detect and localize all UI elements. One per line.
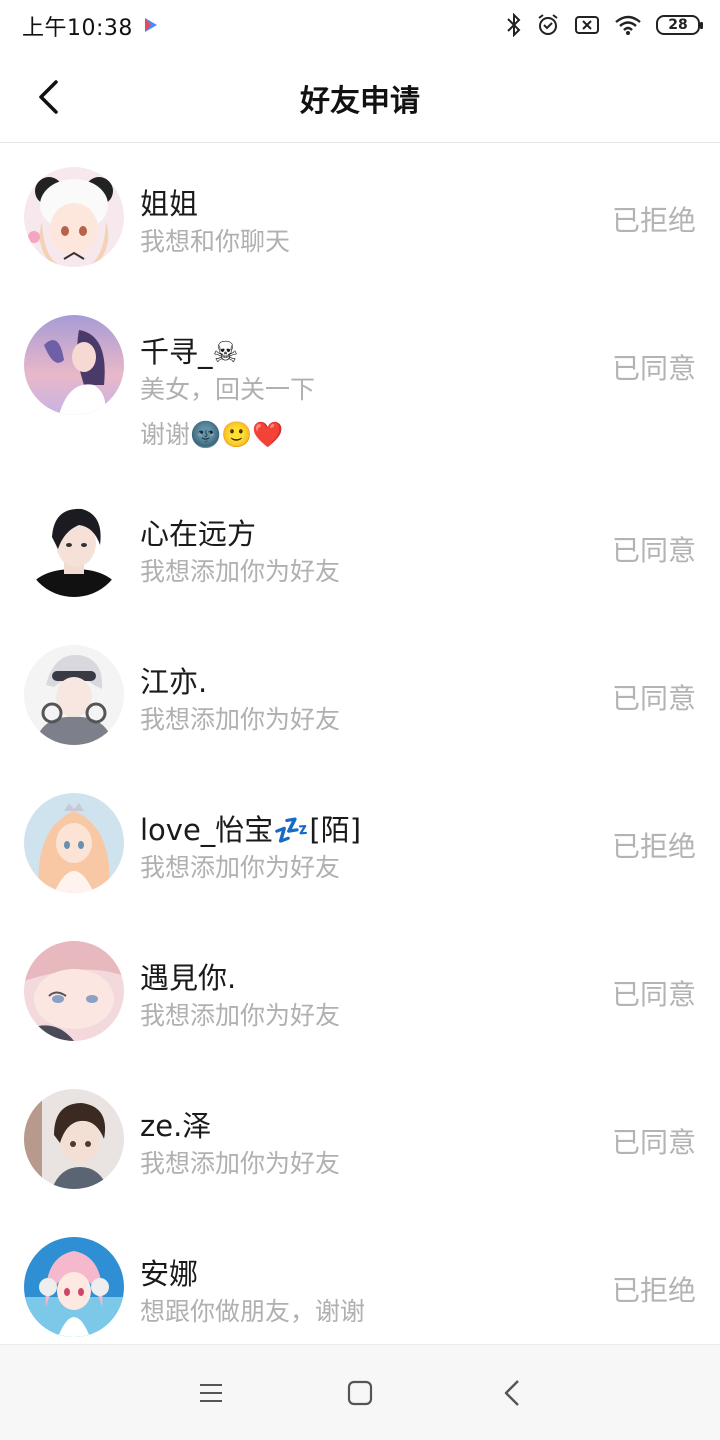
status-time: 上午10:38 [22,16,133,41]
bluetooth-icon [507,13,521,37]
avatar-image [24,793,124,893]
requester-name: ze.泽 [140,1109,212,1143]
request-message: 我想添加你为好友 [140,557,341,586]
request-row[interactable]: 遇見你. 我想添加你为好友 已同意 [0,917,720,1065]
avatar[interactable] [24,167,124,267]
play-store-icon [145,17,157,32]
avatar[interactable] [24,793,124,893]
avatar-image [24,645,124,745]
requester-name: 姐姐 [140,187,199,221]
avatar-image [24,497,124,597]
page-title: 好友申请 [300,84,420,119]
request-row[interactable]: ze.泽 我想添加你为好友 已同意 [0,1065,720,1213]
requester-name: 遇見你. [140,961,237,995]
request-row[interactable]: 心在远方 我想添加你为好友 已同意 [0,473,720,621]
title-bar: 好友申请 [0,50,720,143]
home-button[interactable] [340,1375,380,1411]
request-status: 已同意 [611,682,696,715]
menu-icon [200,1384,222,1402]
request-row[interactable]: 千寻_☠ 美女，回关一下 谢谢🌚🙂❤️ 已同意 [0,291,720,473]
battery-level: 28 [668,17,688,33]
request-status: 已同意 [611,978,696,1011]
requester-name: 江亦. [140,665,208,699]
battery-indicator: 28 [656,15,703,35]
request-status: 已同意 [611,352,696,385]
back-nav-button[interactable] [492,1375,532,1411]
request-status: 已拒绝 [611,1274,696,1307]
avatar-image [24,1089,124,1189]
avatar[interactable] [24,1089,124,1189]
request-status: 已同意 [611,1126,696,1159]
avatar[interactable] [24,645,124,745]
avatar-image [24,315,124,415]
request-status: 已同意 [611,534,696,567]
request-message: 我想添加你为好友 [140,853,341,882]
requester-name: 心在远方 [140,517,257,551]
status-icons: 28 [506,10,703,40]
avatar[interactable] [24,1237,124,1337]
status-bar: 上午10:38 28 [0,0,720,50]
wifi-icon [615,15,641,35]
request-row[interactable]: 江亦. 我想添加你为好友 已同意 [0,621,720,769]
system-nav-bar [0,1344,720,1440]
avatar-image [24,167,124,267]
recent-apps-button[interactable] [191,1375,231,1411]
back-triangle-icon [504,1380,519,1406]
requester-name: love_怡宝💤[陌] [140,813,362,847]
request-row[interactable]: 安娜 想跟你做朋友，谢谢 已拒绝 [0,1213,720,1361]
avatar[interactable] [24,315,124,415]
request-message: 我想添加你为好友 [140,1149,341,1178]
avatar-image [24,1237,124,1337]
requester-name: 安娜 [140,1257,199,1291]
request-message: 我想添加你为好友 [140,1001,341,1030]
avatar-image [24,941,124,1041]
avatar[interactable] [24,497,124,597]
no-sim-icon [575,16,599,34]
home-square-icon [347,1380,373,1406]
request-message: 美女，回关一下 [140,375,316,404]
request-status: 已拒绝 [611,830,696,863]
avatar[interactable] [24,941,124,1041]
request-row[interactable]: love_怡宝💤[陌] 我想添加你为好友 已拒绝 [0,769,720,917]
requester-name: 千寻_☠ [140,335,239,369]
request-message: 我想和你聊天 [140,227,291,256]
request-message: 想跟你做朋友，谢谢 [140,1297,366,1326]
request-status: 已拒绝 [611,204,696,237]
request-message: 我想添加你为好友 [140,705,341,734]
request-message-line2: 谢谢🌚🙂❤️ [140,420,284,449]
alarm-icon [538,14,558,35]
request-row[interactable]: 姐姐 我想和你聊天 已拒绝 [0,143,720,291]
